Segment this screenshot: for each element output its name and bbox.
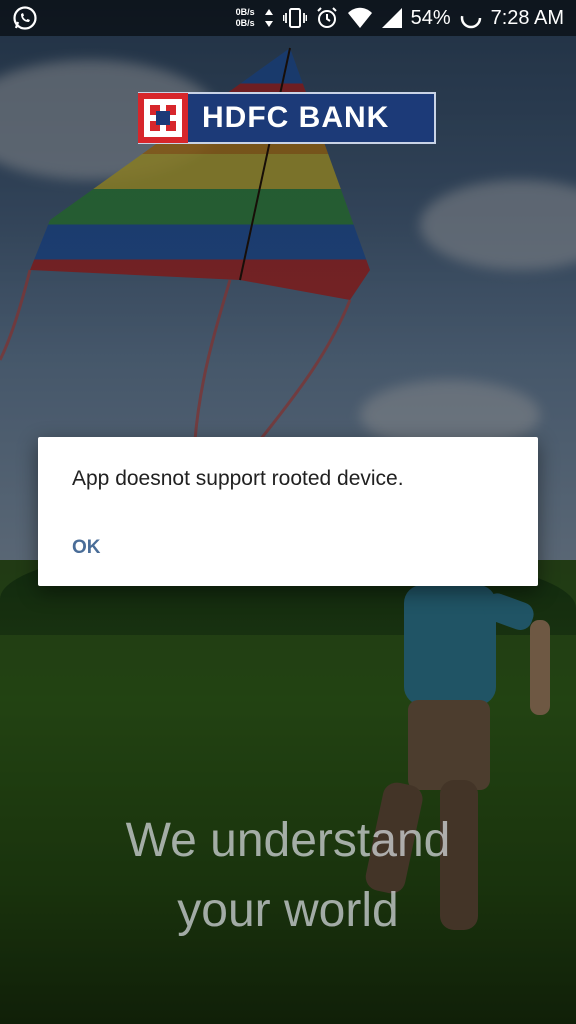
tagline: We understand your world — [0, 806, 576, 946]
battery-icon — [459, 6, 483, 30]
whatsapp-icon — [12, 5, 38, 31]
hdfc-bank-logo: HDFC BANK — [138, 92, 436, 144]
logo-text: HDFC BANK — [202, 101, 390, 134]
battery-percentage: 54% — [410, 6, 451, 29]
ok-button[interactable]: OK — [58, 533, 115, 563]
alarm-icon — [315, 6, 339, 30]
wifi-icon — [347, 7, 373, 29]
hdfc-logo-mark-icon — [138, 93, 188, 143]
cellular-signal-icon — [381, 7, 403, 29]
tagline-line-1: We understand — [125, 814, 451, 867]
vibrate-icon — [282, 7, 307, 29]
net-download-speed: 0B/s — [235, 18, 255, 28]
tagline-line-2: your world — [177, 884, 399, 937]
data-transfer-icon — [263, 8, 275, 28]
status-bar: 0B/s 0B/s 54% 7:28 AM — [0, 0, 576, 36]
network-speed: 0B/s 0B/s — [236, 7, 255, 29]
alert-dialog: App doesnot support rooted device. OK — [38, 437, 538, 586]
net-upload-speed: 0B/s — [235, 7, 255, 17]
clock: 7:28 AM — [490, 6, 564, 29]
dialog-message: App doesnot support rooted device. — [72, 467, 404, 490]
